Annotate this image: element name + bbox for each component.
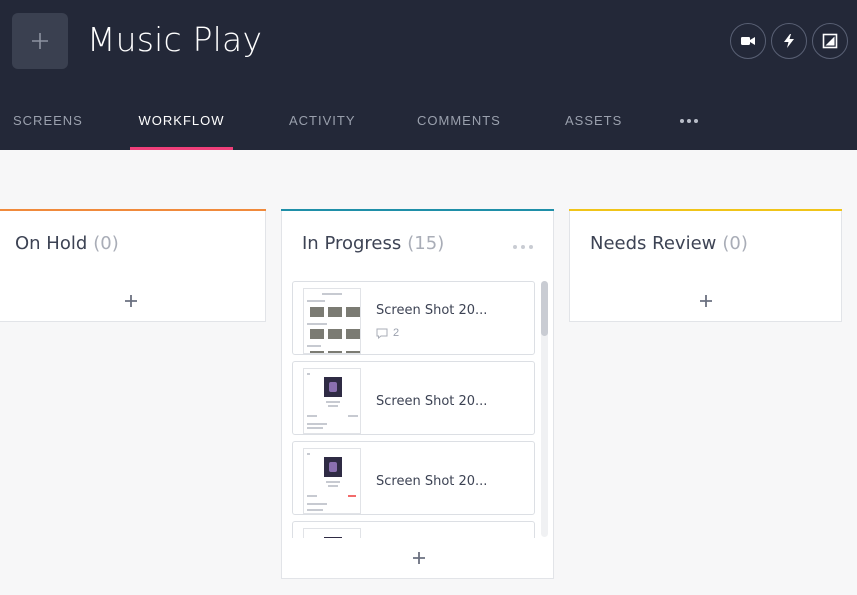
tab-label: WORKFLOW xyxy=(138,113,225,128)
more-tabs-button[interactable] xyxy=(679,117,699,127)
column-title: Needs Review (0) xyxy=(590,233,748,254)
dot-icon xyxy=(680,119,684,123)
add-card-button[interactable] xyxy=(696,291,716,311)
comment-count-value: 2 xyxy=(393,327,400,339)
dot-icon xyxy=(694,119,698,123)
plus-icon xyxy=(32,33,48,49)
plus-icon xyxy=(413,552,425,564)
dot-icon xyxy=(513,245,517,249)
card-title: Screen Shot 20... xyxy=(376,394,488,409)
scrollbar-thumb[interactable] xyxy=(541,281,548,336)
column-title-text: Needs Review xyxy=(590,233,717,254)
column-color-bar xyxy=(569,209,842,211)
card-list-scrollbar[interactable] xyxy=(541,281,548,537)
active-tab-indicator xyxy=(130,147,233,150)
add-button[interactable] xyxy=(12,13,68,69)
top-bar: Music Play SCREENS WORKFLOW ACTIVITY COM… xyxy=(0,0,857,150)
column-color-bar xyxy=(281,209,554,211)
column-needs-review: Needs Review (0) xyxy=(569,209,842,322)
screen-thumbnail xyxy=(303,368,361,434)
dot-icon xyxy=(529,245,533,249)
column-count: (0) xyxy=(93,233,119,254)
column-title-text: On Hold xyxy=(15,233,88,254)
add-card-button[interactable] xyxy=(409,548,429,568)
dot-icon xyxy=(521,245,525,249)
screen-thumbnail xyxy=(303,288,361,354)
screen-card[interactable] xyxy=(292,521,535,538)
dot-icon xyxy=(687,119,691,123)
screen-thumbnail xyxy=(303,448,361,514)
tab-activity[interactable]: ACTIVITY xyxy=(289,100,355,150)
tab-label: ACTIVITY xyxy=(289,113,356,128)
screen-card[interactable]: Screen Shot 20... xyxy=(292,441,535,515)
project-title: Music Play xyxy=(87,20,263,59)
comment-count: 2 xyxy=(376,327,399,339)
card-title: Screen Shot 20... xyxy=(376,303,488,318)
column-in-progress: In Progress (15) Screen Shot 20... 2 Scr… xyxy=(281,209,554,579)
tab-assets[interactable]: ASSETS xyxy=(565,100,621,150)
video-icon xyxy=(741,37,755,45)
card-list: Screen Shot 20... 2 Screen Shot 20... Sc… xyxy=(292,281,537,538)
column-on-hold: On Hold (0) xyxy=(0,209,266,322)
plus-icon xyxy=(125,295,137,307)
card-title: Screen Shot 20... xyxy=(376,474,488,489)
column-title: On Hold (0) xyxy=(15,233,119,254)
add-card-button[interactable] xyxy=(121,291,141,311)
tab-screens[interactable]: SCREENS xyxy=(13,100,82,150)
column-count: (0) xyxy=(722,233,748,254)
lightning-icon xyxy=(784,34,794,48)
column-more-button[interactable] xyxy=(512,243,536,251)
tab-label: COMMENTS xyxy=(417,113,501,128)
lightning-button[interactable] xyxy=(771,23,807,59)
column-color-bar xyxy=(0,209,266,211)
tab-workflow[interactable]: WORKFLOW xyxy=(130,100,233,150)
column-title-text: In Progress xyxy=(302,233,402,254)
column-title: In Progress (15) xyxy=(302,233,444,254)
plus-icon xyxy=(700,295,712,307)
screen-thumbnail xyxy=(303,528,361,538)
edit-image-button[interactable] xyxy=(812,23,848,59)
tab-bar: SCREENS WORKFLOW ACTIVITY COMMENTS ASSET… xyxy=(0,100,857,150)
screen-card[interactable]: Screen Shot 20... 2 xyxy=(292,281,535,355)
record-video-button[interactable] xyxy=(730,23,766,59)
column-count: (15) xyxy=(407,233,445,254)
screen-card[interactable]: Screen Shot 20... xyxy=(292,361,535,435)
tab-comments[interactable]: COMMENTS xyxy=(417,100,500,150)
tab-label: ASSETS xyxy=(565,113,623,128)
edit-image-icon xyxy=(822,33,838,49)
comment-icon xyxy=(376,328,388,339)
tab-label: SCREENS xyxy=(13,113,83,128)
